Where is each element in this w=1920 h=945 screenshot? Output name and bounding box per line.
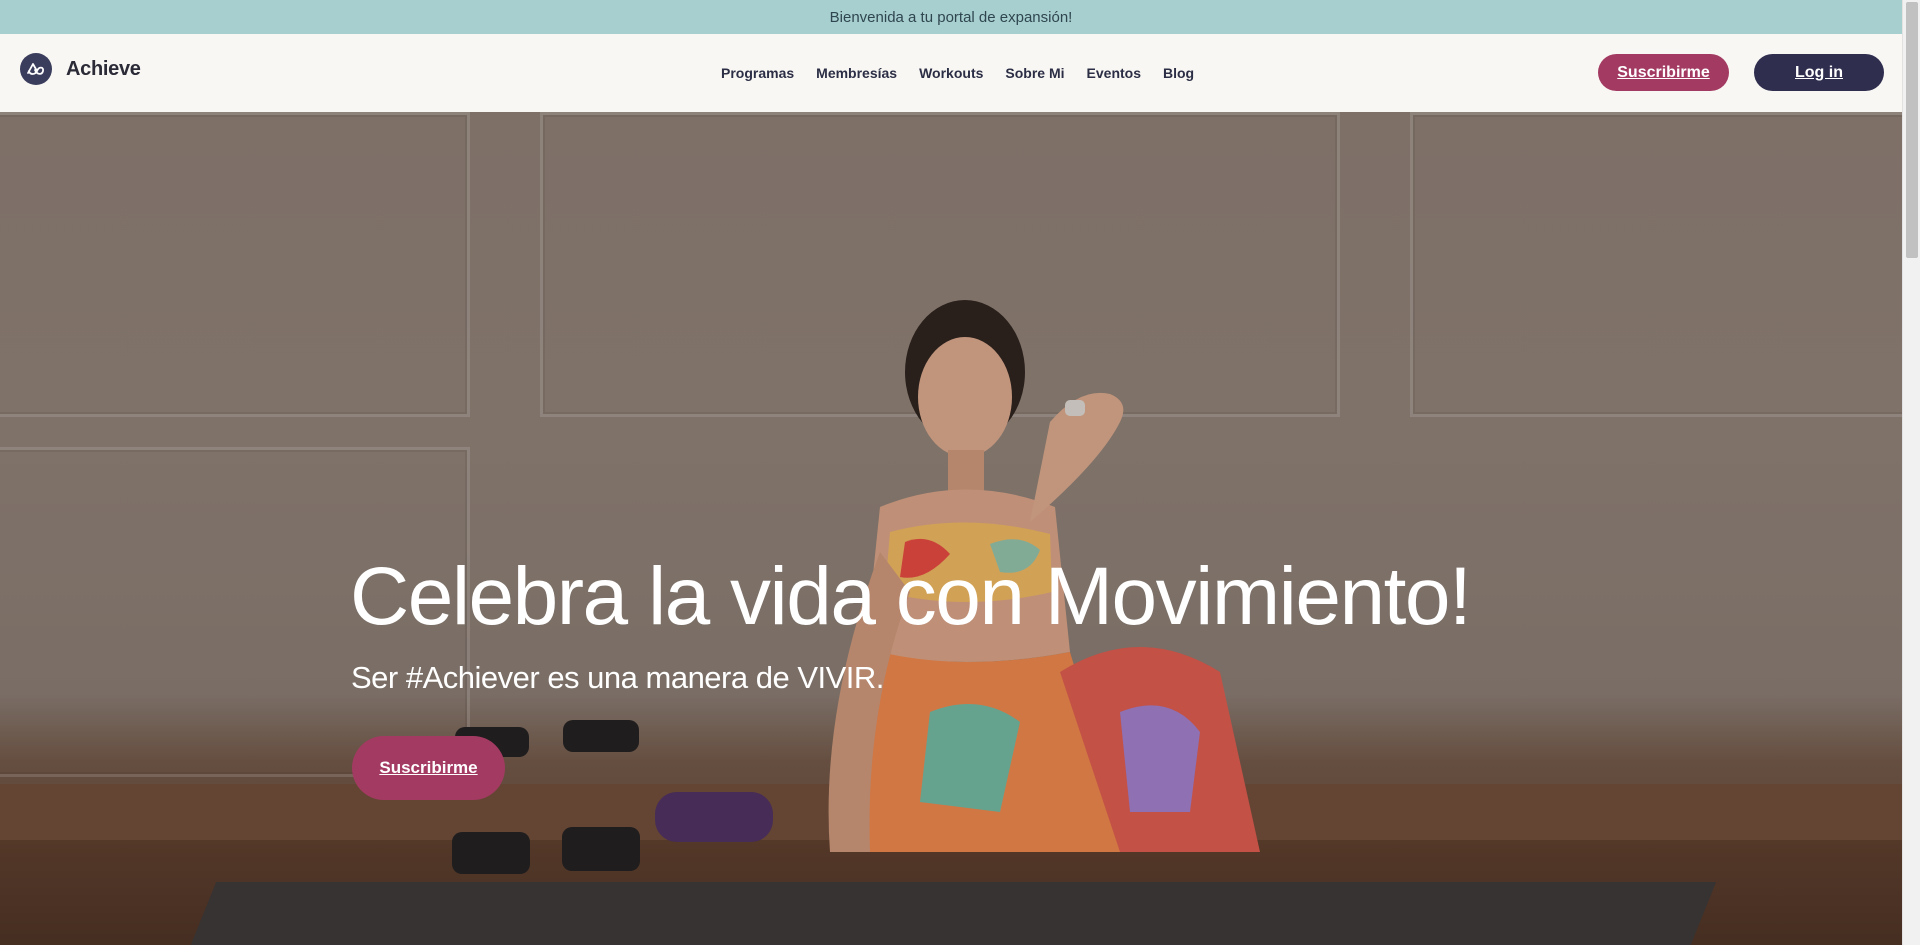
infinity-mountain-icon	[20, 53, 52, 85]
nav-item-eventos[interactable]: Eventos	[1087, 65, 1141, 81]
nav-item-workouts[interactable]: Workouts	[919, 65, 983, 81]
brand-name: Achieve	[66, 57, 141, 80]
main-nav: Programas Membresías Workouts Sobre Mi E…	[721, 34, 1194, 112]
nav-item-programas[interactable]: Programas	[721, 65, 794, 81]
hero-subscribe-button[interactable]: Suscribirme	[352, 736, 505, 800]
page-scrollbar[interactable]	[1902, 0, 1920, 945]
nav-item-blog[interactable]: Blog	[1163, 65, 1194, 81]
site-header: Achieve Programas Membresías Workouts So…	[0, 34, 1902, 112]
hero-section: Celebra la vida con Movimiento! Ser #Ach…	[0, 112, 1902, 945]
hero-overlay	[0, 112, 1902, 945]
nav-item-sobre-mi[interactable]: Sobre Mi	[1005, 65, 1064, 81]
scrollbar-thumb[interactable]	[1906, 2, 1918, 258]
hero-subtitle: Ser #Achiever es una manera de VIVIR.	[351, 660, 884, 695]
hero-title: Celebra la vida con Movimiento!	[350, 551, 1472, 642]
subscribe-button[interactable]: Suscribirme	[1598, 54, 1729, 91]
login-button[interactable]: Log in	[1754, 54, 1884, 91]
brand-logo[interactable]: Achieve	[20, 53, 141, 85]
announcement-text: Bienvenida a tu portal de expansión!	[829, 8, 1073, 26]
nav-item-membresias[interactable]: Membresías	[816, 65, 897, 81]
announcement-bar: Bienvenida a tu portal de expansión!	[0, 0, 1902, 34]
